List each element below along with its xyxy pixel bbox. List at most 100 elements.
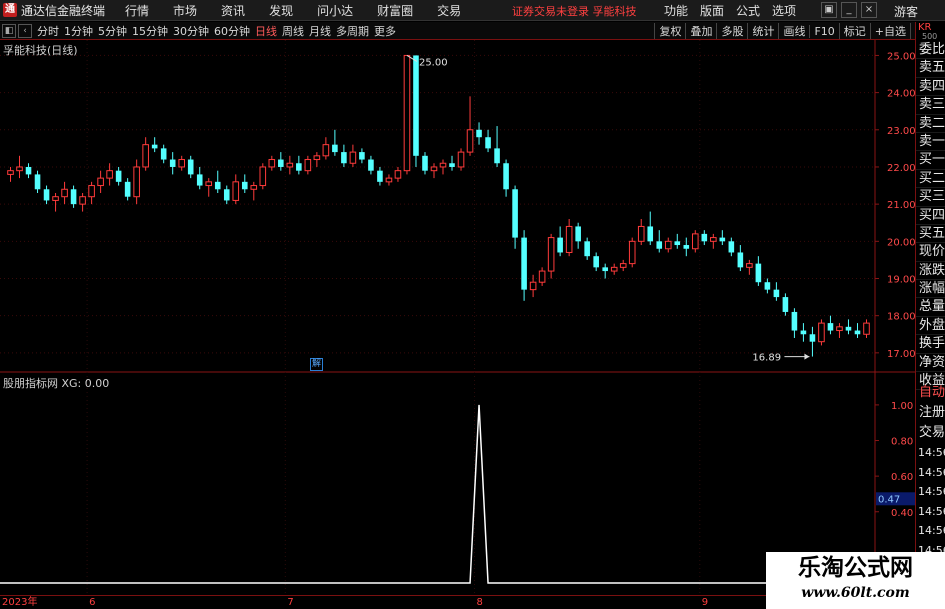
candle-body [584,241,590,257]
toolbar-nav-back-icon[interactable]: ‹ [18,23,32,38]
period-tab-60min[interactable]: 60分钟 [214,23,250,39]
candle-body [557,237,563,253]
add-watchlist-button[interactable]: +自选 [869,23,910,39]
candle-body [692,233,699,250]
period-tab-15min[interactable]: 15分钟 [132,23,168,39]
draw-line-button[interactable]: 画线 [778,23,809,39]
menu-trade[interactable]: 交易 [437,2,461,19]
price-tick-label: 18.00 [887,312,915,323]
candle-body [403,54,411,172]
candle-body [304,159,312,172]
quote-field-11: 现价 [916,243,945,262]
overlay-button[interactable]: 叠加 [685,23,716,39]
menu-wealth-circle[interactable]: 财富圈 [377,2,413,19]
candle-body [79,196,86,205]
candle-body [61,188,68,198]
multi-stock-button[interactable]: 多股 [716,23,747,39]
toolbar-nav-left-icon[interactable]: ◧ [2,23,16,38]
candle-body [836,326,843,332]
candle-body [25,166,32,175]
xg-indicator-line [0,404,875,584]
menu-formula[interactable]: 公式 [736,2,760,19]
candle-body [791,311,798,331]
menu-layout[interactable]: 版面 [700,2,724,19]
period-tab-more[interactable]: 更多 [374,23,396,39]
candle-body [332,144,338,153]
resolve-badge[interactable]: 解 [310,358,323,371]
period-tab-multi[interactable]: 多周期 [336,23,369,39]
kline-chart-svg[interactable]: 25.00 24.00 23.00 22.00 21.00 20.00 19.00 18.00… [0,40,915,595]
quote-action-2[interactable]: 交易 [916,423,945,443]
period-tab-daily[interactable]: 日线 [255,23,277,39]
tick-time-4: 14:56 [918,524,945,537]
menu-market[interactable]: 市场 [173,2,197,19]
quote-field-13: 涨幅 [916,280,945,299]
menu-quotes[interactable]: 行情 [125,2,149,19]
candle-body [719,237,726,242]
period-tab-monthly[interactable]: 月线 [309,23,331,39]
quote-field-9: 买四 [916,207,945,225]
statistics-button[interactable]: 统计 [747,23,778,39]
candle-body [214,181,221,190]
candle-body [430,166,438,172]
indicator-tick-label: 0.40 [891,508,913,519]
candle-body [142,144,149,168]
candle-body [845,326,852,331]
candle-body [809,334,816,342]
candle-body [52,196,59,201]
menu-ask[interactable]: 问小达 [317,2,353,19]
lock-icon[interactable]: ▣ [821,2,837,18]
period-toolbar: ◧ ‹ 分时 1分钟 5分钟 15分钟 30分钟 60分钟 日线 周线 月线 多… [0,22,945,40]
quote-field-15: 外盘 [916,317,945,336]
candle-body [88,185,95,198]
close-icon[interactable]: × [861,2,877,18]
period-tab-intraday[interactable]: 分时 [37,23,59,39]
menu-news[interactable]: 资讯 [221,2,245,19]
candle-body [746,263,753,268]
candle-body [637,225,645,242]
f10-button[interactable]: F10 [809,24,838,38]
period-tab-5min[interactable]: 5分钟 [98,23,127,39]
candle-body [250,185,258,190]
candle-body [394,170,402,179]
indicator-label[interactable]: 股朋指标网 XG: 0.00 [3,375,109,391]
period-tab-weekly[interactable]: 周线 [282,23,304,39]
price-tick-label: 21.00 [887,200,915,211]
trade-login-notice[interactable]: 证券交易未登录 孚能科技 [512,3,637,19]
quote-action-1[interactable]: 注册 [916,403,945,423]
candle-body [422,155,428,171]
price-tick-label: 23.00 [887,126,915,137]
period-tab-30min[interactable]: 30分钟 [173,23,209,39]
quote-field-6: 买一 [916,151,945,170]
guest-user[interactable]: 游客 [894,3,918,20]
candle-body [196,174,203,186]
candle-body [296,163,302,171]
menu-functions[interactable]: 功能 [664,2,688,19]
menu-discover[interactable]: 发现 [269,2,293,19]
quote-field-4: 卖二 [916,115,945,133]
chart-area[interactable]: 25.00 24.00 23.00 22.00 21.00 20.00 19.00 18.00… [0,40,915,595]
candle-body [223,189,230,201]
candle-body [538,270,546,283]
menu-right-group: 功能 版面 公式 选项 [664,0,808,21]
quote-action-0[interactable]: 自动 [916,383,945,403]
watermark-title: 乐淘公式网 [798,555,913,581]
menu-options[interactable]: 选项 [772,2,796,19]
candle-body [97,177,104,187]
candle-body [683,245,690,249]
stock-label[interactable]: 孚能科技(日线) [3,42,78,58]
date-tick-label: 9 [701,597,709,608]
candle-body [124,181,131,197]
period-tab-1min[interactable]: 1分钟 [64,23,93,39]
quote-field-8: 买三 [916,188,945,207]
adjust-price-button[interactable]: 复权 [654,23,685,39]
mark-button[interactable]: 标记 [838,23,870,39]
candle-body [764,282,771,290]
candle-body [854,330,861,335]
menu-bar: 通 通达信金融终端 行情 市场 资讯 发现 问小达 财富圈 交易 证券交易未登录… [0,0,945,21]
minimize-icon[interactable]: _ [841,2,857,18]
candle-body [628,240,636,265]
candle-body [512,189,518,238]
stock-code-sub: 500 [922,32,938,41]
quote-field-5: 卖一 [916,133,945,152]
